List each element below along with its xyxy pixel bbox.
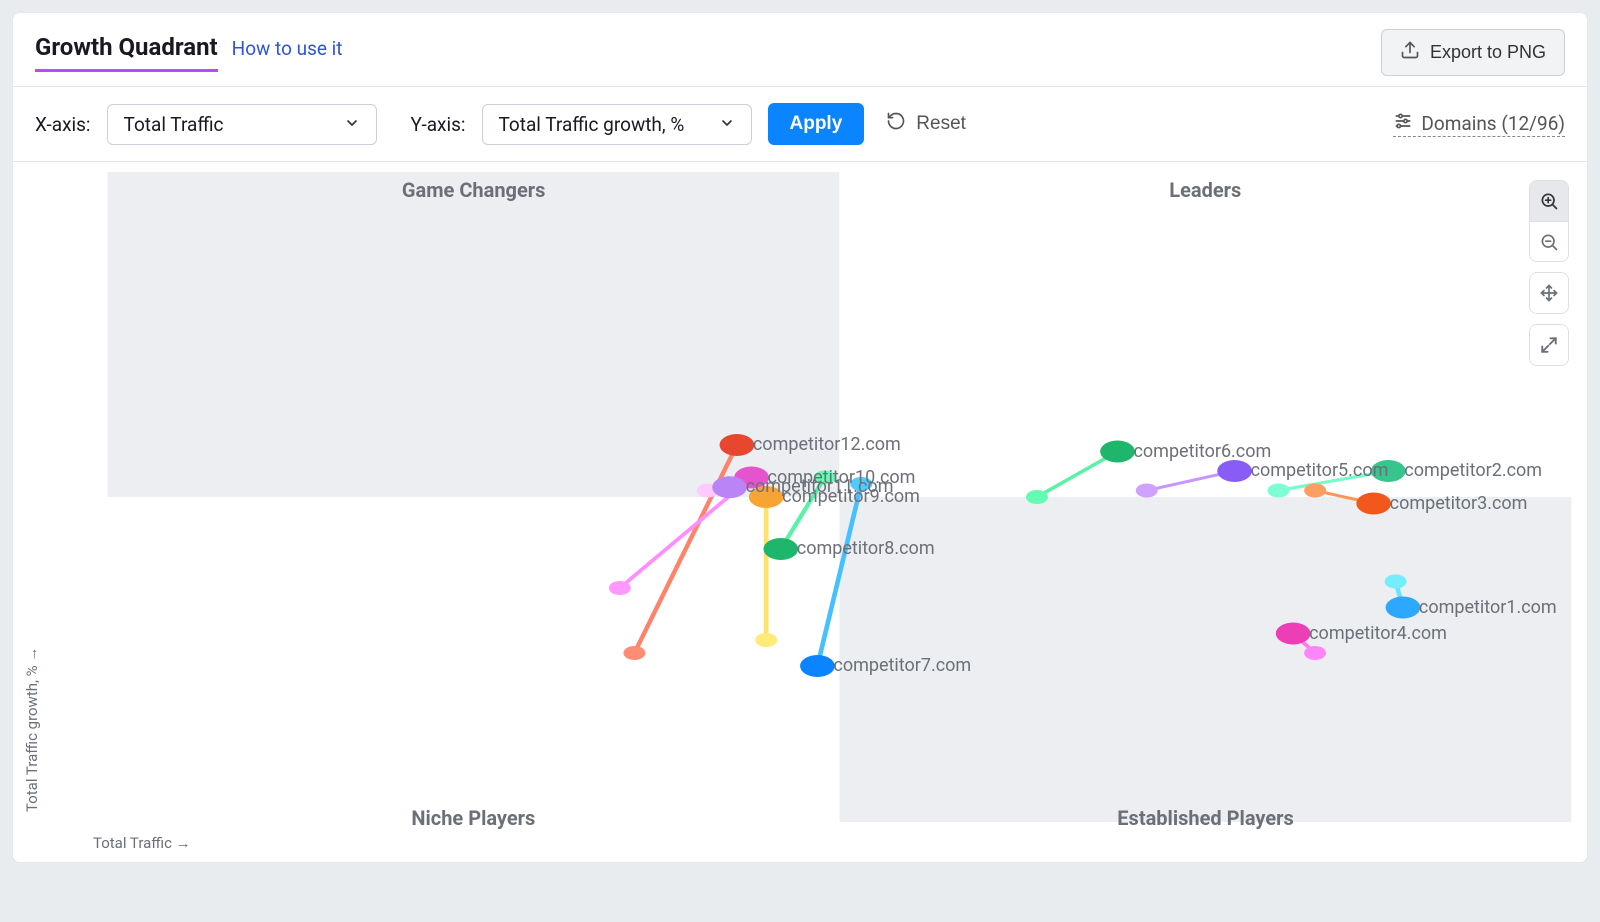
quadrant-label-top-left: Game Changers [402, 178, 545, 202]
data-point-label[interactable]: competitor12.com [753, 434, 901, 455]
y-axis-title: Total Traffic growth, % → [23, 647, 41, 812]
data-point-label[interactable]: competitor7.com [833, 655, 971, 676]
how-to-use-link[interactable]: How to use it [232, 37, 343, 60]
refresh-icon [886, 111, 906, 137]
data-point-label[interactable]: competitor5.com [1251, 460, 1389, 481]
data-point-label[interactable]: competitor1.com [1419, 597, 1557, 618]
chevron-down-icon [344, 113, 360, 136]
data-point-label[interactable]: competitor3.com [1390, 493, 1528, 514]
data-point-label[interactable]: competitor2.com [1404, 460, 1542, 481]
data-point-label[interactable]: competitor4.com [1309, 623, 1447, 644]
zoom-toolbar [1529, 180, 1569, 366]
export-png-button[interactable]: Export to PNG [1381, 29, 1565, 76]
growth-quadrant-panel: Growth Quadrant How to use it Export to … [12, 12, 1588, 863]
y-axis-select[interactable]: Total Traffic growth, % [482, 104, 752, 145]
sliders-icon [1393, 111, 1413, 136]
domains-filter[interactable]: Domains (12/96) [1393, 111, 1565, 137]
panel-header: Growth Quadrant How to use it Export to … [13, 13, 1587, 87]
x-axis-select[interactable]: Total Traffic [107, 104, 377, 145]
y-axis-value: Total Traffic growth, % [499, 113, 685, 136]
chevron-down-icon [719, 113, 735, 136]
scatter-plot [13, 162, 1587, 862]
reset-label: Reset [916, 113, 966, 135]
chart-container: Game Changers Leaders Niche Players Esta… [13, 162, 1587, 862]
controls-bar: X-axis: Total Traffic Y-axis: Total Traf… [13, 87, 1587, 162]
zoom-in-button[interactable] [1530, 181, 1568, 221]
data-point-label[interactable]: competitor9.com [782, 486, 920, 507]
domains-label: Domains (12/96) [1421, 112, 1565, 135]
quadrant-label-bottom-left: Niche Players [411, 806, 535, 830]
quadrant-label-bottom-right: Established Players [1117, 806, 1293, 830]
fullscreen-button[interactable] [1530, 325, 1568, 365]
reset-button[interactable]: Reset [880, 110, 972, 138]
x-axis-label: X-axis: [35, 113, 91, 136]
x-axis-title: Total Traffic → [93, 834, 191, 852]
data-point-label[interactable]: competitor6.com [1133, 441, 1271, 462]
zoom-out-button[interactable] [1530, 221, 1568, 261]
pan-button[interactable] [1530, 273, 1568, 313]
export-label: Export to PNG [1430, 42, 1546, 63]
page-title: Growth Quadrant [35, 33, 218, 72]
chart-area[interactable]: Game Changers Leaders Niche Players Esta… [13, 162, 1587, 862]
upload-icon [1400, 40, 1420, 65]
apply-button[interactable]: Apply [768, 103, 865, 145]
y-axis-label: Y-axis: [411, 113, 466, 136]
quadrant-label-top-right: Leaders [1169, 178, 1241, 202]
x-axis-value: Total Traffic [124, 113, 224, 136]
data-point-label[interactable]: competitor8.com [797, 538, 935, 559]
